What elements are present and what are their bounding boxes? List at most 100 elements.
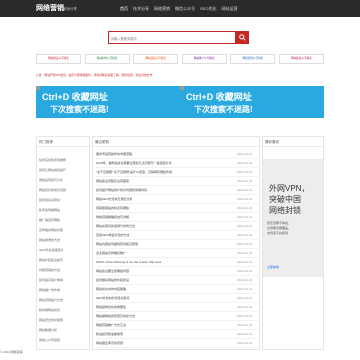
article-title[interactable]: 新站如何快速被收录	[96, 332, 234, 336]
article-title[interactable]: 微信营销策略和技巧详解	[96, 215, 234, 219]
article-row[interactable]: 网站跳出率高的原因 2024-10-31	[96, 339, 260, 348]
list-item[interactable]: 网站安全防护措施	[39, 318, 87, 322]
list-item[interactable]: 网站优化的常见问题	[39, 188, 87, 192]
article-row[interactable]: 服务号运营操作的详细流程 2024-10-31	[96, 150, 260, 159]
article-row[interactable]: 网站SEO优化常见误区分析 2024-10-31	[96, 195, 260, 204]
category-pill[interactable]: 网站推广公司排名	[181, 54, 227, 64]
article-title[interactable]: 如何做好网站的外链建设	[96, 278, 234, 282]
list-item[interactable]: 综合实用性手机推荐	[39, 158, 87, 162]
article-row[interactable]: 2019年，做网站优化需要注意的几点问题与一些经验分享 2024-10-31	[96, 159, 260, 168]
search-icon	[239, 34, 246, 41]
article-row[interactable]: 营销型网站的特点有哪些 2024-10-31	[96, 204, 260, 213]
list-item[interactable]: 微信公众号运营	[39, 338, 87, 342]
list-item[interactable]: SEO优化基础知识	[39, 248, 87, 252]
article-title[interactable]: “关于互联网”“关于互联网”是什么意思，互联网有哪些作用	[96, 170, 234, 174]
list-item[interactable]: 网站数据分析	[39, 328, 87, 332]
category-row: 网站建设公司排名 网站制作公司排名 网站建设公司排名 网站推广公司排名 网络营销…	[36, 54, 324, 64]
article-row[interactable]: 网站关键词的选择与布局方法 2024-10-31	[96, 222, 260, 231]
article-title[interactable]: 企业网站怎样做好推广	[96, 251, 234, 255]
main-article-list: 最近更新 服务号运营操作的详细流程 2024-10-31 2019年，做网站优化需…	[92, 136, 260, 350]
list-item[interactable]: 网站推广的作用	[39, 288, 87, 292]
list-item[interactable]: 如何用好关键词	[39, 198, 87, 202]
article-row[interactable]: 新站如何快速被收录 2024-10-31	[96, 330, 260, 339]
list-item[interactable]: 移动端网站优化	[39, 308, 87, 312]
article-row[interactable]: 网站优化中的内链策略 2024-10-31	[96, 285, 260, 294]
article-row[interactable]: “关于互联网”“关于互联网”是什么意思，互联网有哪些作用 2024-10-31	[96, 168, 260, 177]
list-item[interactable]: 如何让网站排名提升	[39, 168, 87, 172]
article-title[interactable]: 网络营销推广方式汇总	[96, 323, 234, 327]
list-item[interactable]: 微信运营技巧分享	[39, 178, 87, 182]
article-row[interactable]: 如何提升网站用户的访问量和停留时间 2024-10-31	[96, 186, 260, 195]
close-icon[interactable]	[180, 86, 184, 90]
ad-headline-1: 外网VPN，	[269, 184, 310, 193]
article-row[interactable]: Which of the following is not the reason…	[96, 258, 260, 267]
article-row[interactable]: 微信营销策略和技巧详解 2024-10-31	[96, 213, 260, 222]
banner-subline: 下次搜索不迷路!	[194, 105, 253, 114]
list-item[interactable]: 如何提高用户体验	[39, 278, 87, 282]
category-pill[interactable]: 网站建设公司排名	[278, 54, 324, 64]
article-title[interactable]: 网站建设要注意哪些问题	[96, 269, 234, 273]
article-date: 2024-10-31	[237, 314, 253, 318]
search-button[interactable]	[236, 31, 249, 44]
notice-text[interactable]: 公告：网站开通VIP会员，会员享受特权服务，详情请联系客服了解，服务优质，欢迎咨…	[36, 73, 152, 77]
article-row[interactable]: 网站内容如何做到原创和高质量 2024-10-31	[96, 240, 260, 249]
footer-text: © 2024 网络营销	[0, 350, 23, 354]
close-icon[interactable]	[36, 86, 40, 90]
article-row[interactable]: SEO优化中的长尾关键词 2024-10-31	[96, 294, 260, 303]
ad-text-2: 全球服务器覆盖，	[267, 226, 292, 230]
list-item[interactable]: 网站收录的方法	[39, 238, 87, 242]
list-item[interactable]: 网站流量提升方法	[39, 298, 87, 302]
article-title[interactable]: 网站内容如何做到原创和高质量	[96, 242, 234, 246]
article-title[interactable]: Which of the following is not the reason…	[96, 260, 234, 264]
article-title[interactable]: 服务号运营操作的详细流程	[96, 152, 234, 156]
site-logo[interactable]: 网络营销	[36, 3, 64, 13]
article-date: 2024-10-31	[237, 197, 253, 201]
article-date: 2024-10-31	[237, 332, 253, 336]
article-title[interactable]: 网站被降权的原因及恢复方法	[96, 314, 234, 318]
article-title[interactable]: SEO优化中的长尾关键词	[96, 296, 234, 300]
article-title[interactable]: 网站关键词的选择与布局方法	[96, 224, 234, 228]
article-title[interactable]: 2019年，做网站优化需要注意的几点问题与一些经验分享	[96, 161, 234, 165]
article-row[interactable]: 百度SEO排名优化的方法 2024-10-31	[96, 231, 260, 240]
article-title[interactable]: 网站优化中的内链策略	[96, 287, 234, 291]
nav-item-tech[interactable]: 技术分享	[133, 6, 149, 12]
article-title[interactable]: 如何提升网站用户的访问量和停留时间	[96, 188, 234, 192]
bookmark-banner-left[interactable]: Ctrl+D 收藏网址 下次搜索不迷路!	[36, 86, 180, 118]
nav-item-home[interactable]: 首页	[120, 6, 128, 12]
article-date: 2024-10-31	[237, 188, 253, 192]
category-pill[interactable]: 网站建设公司排名	[36, 54, 81, 64]
list-item[interactable]: 内容营销的方法	[39, 268, 87, 272]
vpn-ad[interactable]: 外网VPN， 突破中国 网络封锁 稳定流畅不掉线， 全球服务器覆盖， 支持多平台…	[263, 159, 323, 277]
divider	[37, 146, 89, 147]
article-row[interactable]: 如何做好网站的外链建设 2024-10-31	[96, 276, 260, 285]
nav-item-operation[interactable]: 网站运营	[221, 6, 237, 12]
article-title[interactable]: 网站跳出率高的原因	[96, 341, 234, 345]
nav-item-marketing[interactable]: 网络营销	[154, 6, 170, 12]
search-input[interactable]: 请输入搜索关键词	[108, 31, 236, 44]
list-item[interactable]: 推广渠道有哪些	[39, 218, 87, 222]
article-row[interactable]: 网站建设要注意哪些问题 2024-10-31	[96, 267, 260, 276]
site-logo-subtitle: 营销分享	[63, 7, 77, 11]
article-date: 2024-10-31	[237, 242, 253, 246]
list-item[interactable]: 网站外链建设技巧	[39, 258, 87, 262]
article-date: 2024-10-31	[237, 341, 253, 345]
category-pill[interactable]: 网站制作公司排名	[84, 54, 130, 64]
ad-link[interactable]: 立即体验	[267, 265, 279, 269]
bookmark-banner-right[interactable]: Ctrl+D 收藏网址 下次搜索不迷路!	[180, 86, 324, 118]
category-pill[interactable]: 网站建设公司排名	[133, 54, 179, 64]
category-pill[interactable]: 网络营销公司排名	[230, 54, 276, 64]
nav-item-seo[interactable]: SEO优化	[200, 6, 216, 12]
article-title[interactable]: 网站SEO优化常见误区分析	[96, 197, 234, 201]
article-row[interactable]: 网站被降权的原因及恢复方法 2024-10-31	[96, 312, 260, 321]
article-row[interactable]: 网站建设流程及注意事项 2024-10-31	[96, 177, 260, 186]
article-title[interactable]: 百度SEO排名优化的方法	[96, 233, 234, 237]
nav-item-wechat[interactable]: 微信公众号	[175, 6, 195, 12]
article-title[interactable]: 网站建设流程及注意事项	[96, 179, 234, 183]
list-item[interactable]: 新手如何做网站	[39, 208, 87, 212]
article-title[interactable]: 营销型网站的特点有哪些	[96, 206, 234, 210]
article-title[interactable]: 网站结构优化的重要性	[96, 305, 234, 309]
article-row[interactable]: 网站结构优化的重要性 2024-10-31	[96, 303, 260, 312]
article-row[interactable]: 网络营销推广方式汇总 2024-10-31	[96, 321, 260, 330]
list-item[interactable]: 怎样做好网站内容	[39, 228, 87, 232]
article-row[interactable]: 企业网站怎样做好推广 2024-10-31	[96, 249, 260, 258]
